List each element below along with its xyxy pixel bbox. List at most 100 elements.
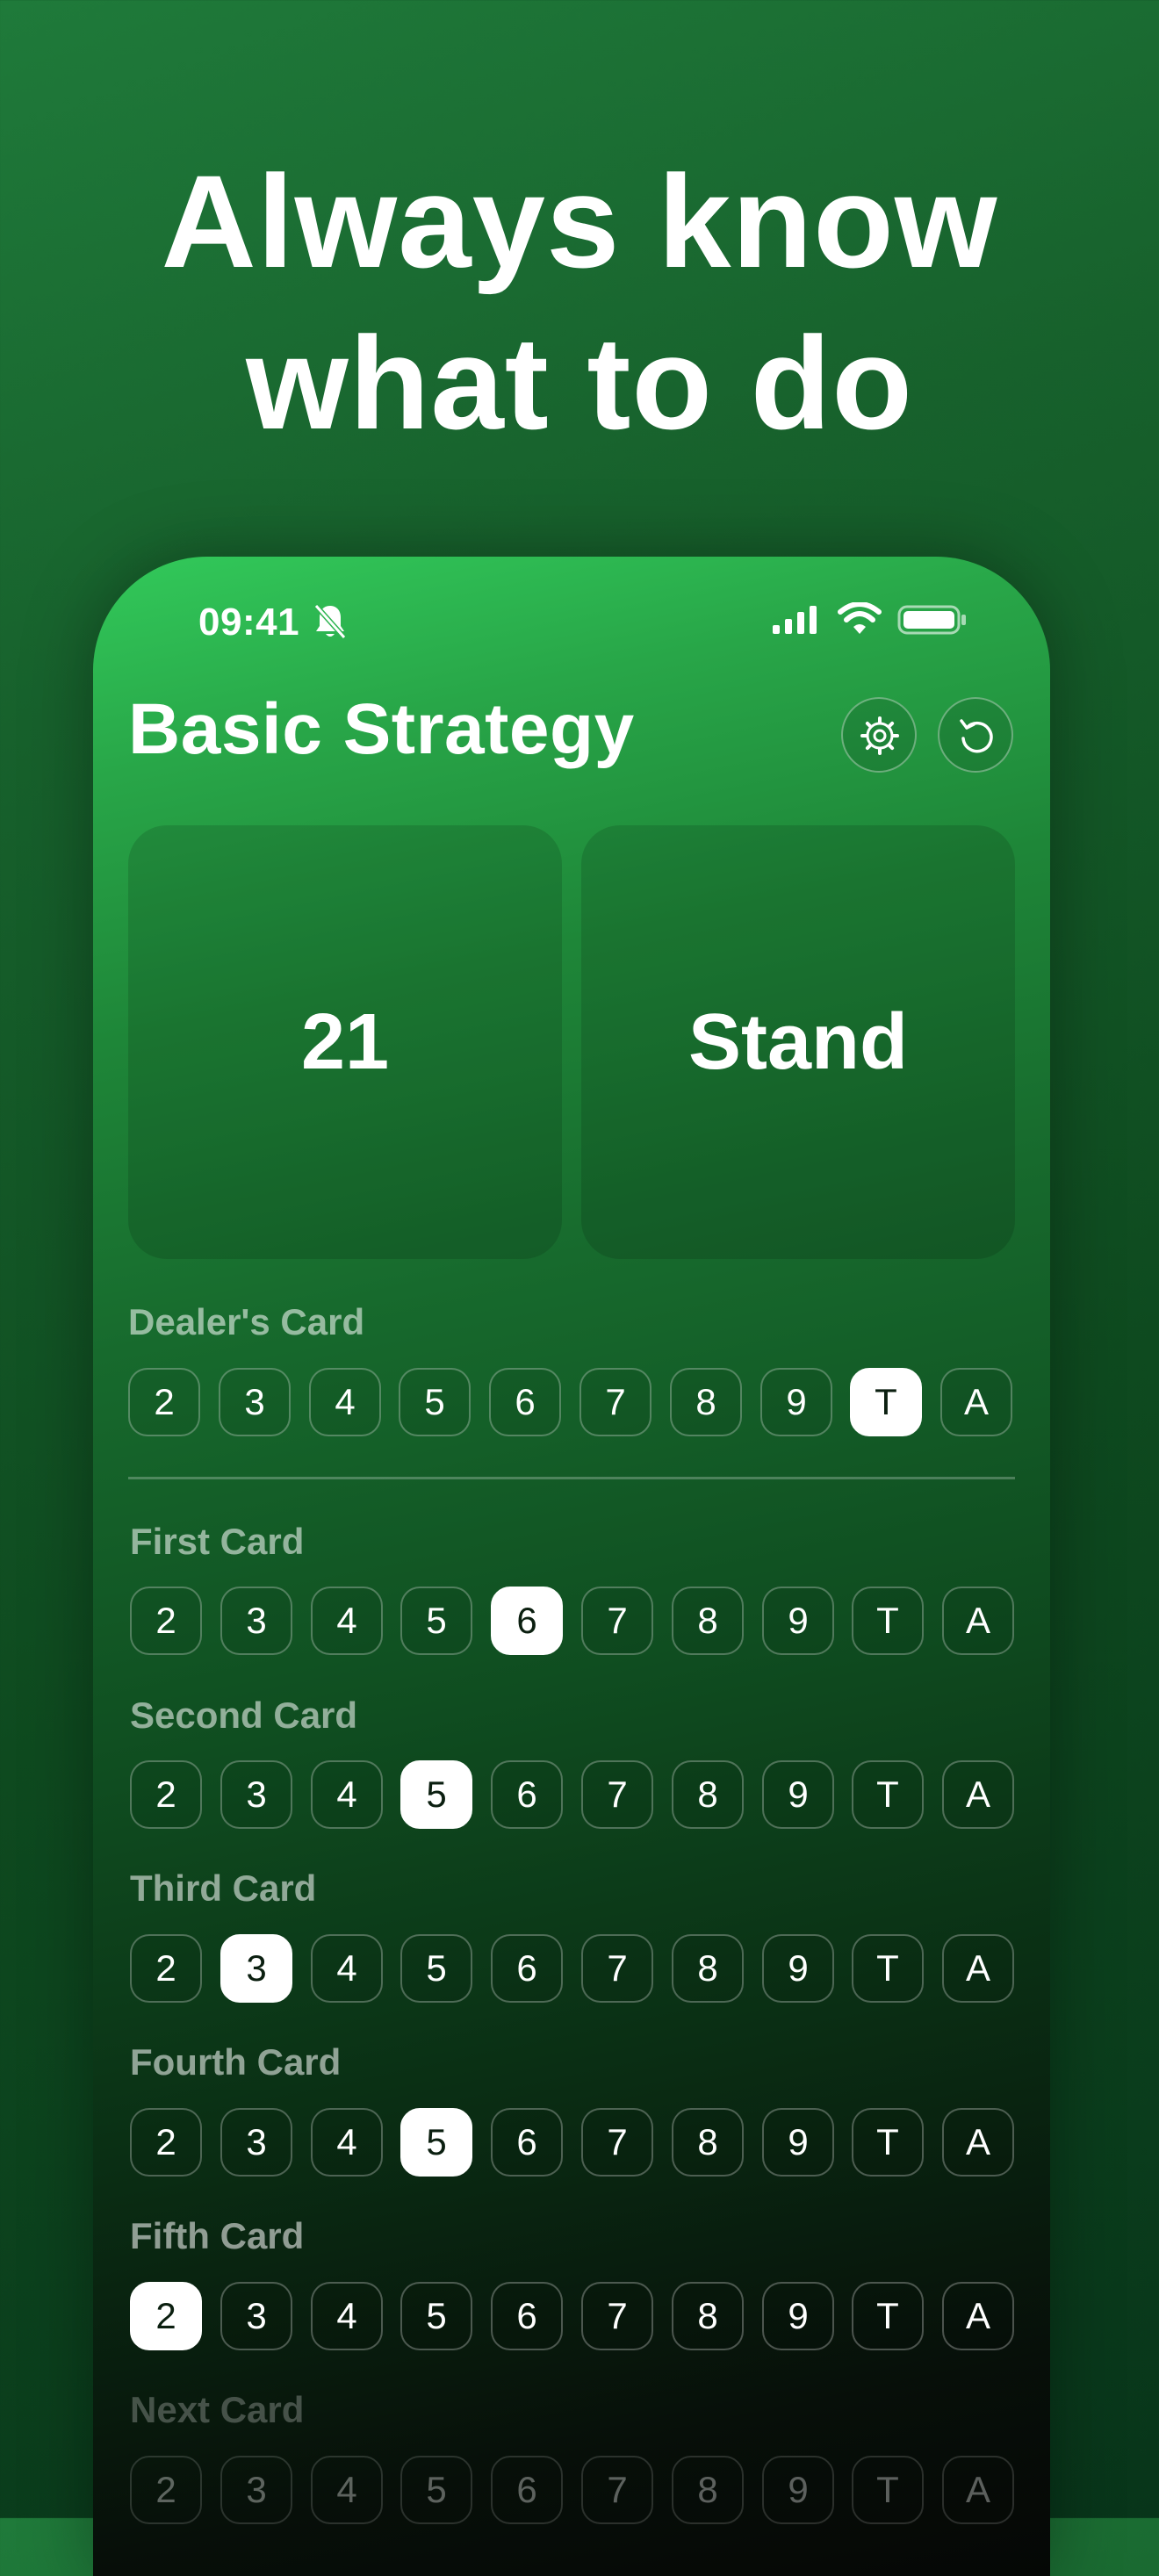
fifth-card-selector: 23456789TA — [130, 2282, 1017, 2352]
fifth-card-option-7[interactable]: 7 — [581, 2282, 653, 2350]
first-card-option-2[interactable]: 2 — [130, 1587, 202, 1655]
next-card-selector: 23456789TA — [130, 2456, 1017, 2526]
hand-total-value: 21 — [300, 997, 390, 1086]
dealer-card-option-t[interactable]: T — [850, 1368, 922, 1436]
first-card-option-8[interactable]: 8 — [672, 1587, 744, 1655]
third-card-option-a[interactable]: A — [942, 1934, 1014, 2003]
first-card-option-t[interactable]: T — [852, 1587, 924, 1655]
fourth-card-option-4[interactable]: 4 — [311, 2108, 383, 2177]
fifth-card-option-5[interactable]: 5 — [400, 2282, 472, 2350]
second-card-option-6[interactable]: 6 — [491, 1760, 563, 1829]
fourth-card-option-8[interactable]: 8 — [672, 2108, 744, 2177]
second-card-option-5[interactable]: 5 — [400, 1760, 472, 1829]
second-card-option-3[interactable]: 3 — [220, 1760, 292, 1829]
second-card-option-a[interactable]: A — [942, 1760, 1014, 1829]
next-card-option-9[interactable]: 9 — [762, 2456, 834, 2524]
dealer-card-label: Dealer's Card — [128, 1301, 365, 1342]
fourth-card-option-5[interactable]: 5 — [400, 2108, 472, 2177]
third-card-label: Third Card — [130, 1867, 317, 1909]
next-card-option-t[interactable]: T — [852, 2456, 924, 2524]
dealer-card-option-4[interactable]: 4 — [309, 1368, 381, 1436]
next-card-option-2[interactable]: 2 — [130, 2456, 202, 2524]
dealer-card-option-a[interactable]: A — [940, 1368, 1012, 1436]
first-card-selector: 23456789TA — [130, 1587, 1017, 1657]
second-card-option-8[interactable]: 8 — [672, 1760, 744, 1829]
second-card-label: Second Card — [130, 1695, 358, 1736]
dealer-card-option-6[interactable]: 6 — [489, 1368, 561, 1436]
first-card-option-4[interactable]: 4 — [311, 1587, 383, 1655]
reset-button[interactable] — [938, 697, 1013, 773]
first-card-option-3[interactable]: 3 — [220, 1587, 292, 1655]
fourth-card-option-3[interactable]: 3 — [220, 2108, 292, 2177]
second-card-option-7[interactable]: 7 — [581, 1760, 653, 1829]
page-title: Basic Strategy — [128, 689, 635, 769]
headline-line-2: what to do — [246, 309, 913, 457]
third-card-option-5[interactable]: 5 — [400, 1934, 472, 2003]
fourth-card-option-a[interactable]: A — [942, 2108, 1014, 2177]
fourth-card-option-t[interactable]: T — [852, 2108, 924, 2177]
reset-icon — [960, 719, 993, 753]
third-card-option-8[interactable]: 8 — [672, 1934, 744, 2003]
dealer-card-option-7[interactable]: 7 — [580, 1368, 651, 1436]
bell-slash-icon — [313, 604, 347, 639]
next-card-option-8[interactable]: 8 — [672, 2456, 744, 2524]
status-bar: 09:41 — [93, 557, 1050, 680]
settings-button[interactable] — [841, 697, 917, 773]
dealer-card-option-5[interactable]: 5 — [399, 1368, 471, 1436]
dealer-card-option-9[interactable]: 9 — [760, 1368, 832, 1436]
fifth-card-option-8[interactable]: 8 — [672, 2282, 744, 2350]
fifth-card-label: Fifth Card — [130, 2215, 305, 2256]
third-card-option-9[interactable]: 9 — [762, 1934, 834, 2003]
wifi-icon — [838, 602, 882, 634]
dealer-card-option-8[interactable]: 8 — [670, 1368, 742, 1436]
fourth-card-option-7[interactable]: 7 — [581, 2108, 653, 2177]
third-card-option-3[interactable]: 3 — [220, 1934, 292, 2003]
fifth-card-option-3[interactable]: 3 — [220, 2282, 292, 2350]
recommended-action-panel: Stand — [581, 825, 1015, 1259]
next-card-option-6[interactable]: 6 — [491, 2456, 563, 2524]
third-card-option-7[interactable]: 7 — [581, 1934, 653, 2003]
section-divider — [128, 1477, 1015, 1479]
fourth-card-option-9[interactable]: 9 — [762, 2108, 834, 2177]
dealer-card-option-2[interactable]: 2 — [128, 1368, 200, 1436]
fifth-card-option-9[interactable]: 9 — [762, 2282, 834, 2350]
fifth-card-option-t[interactable]: T — [852, 2282, 924, 2350]
gear-icon — [860, 716, 899, 755]
fifth-card-option-4[interactable]: 4 — [311, 2282, 383, 2350]
fifth-card-option-6[interactable]: 6 — [491, 2282, 563, 2350]
first-card-option-6[interactable]: 6 — [491, 1587, 563, 1655]
fourth-card-label: Fourth Card — [130, 2041, 342, 2083]
second-card-option-t[interactable]: T — [852, 1760, 924, 1829]
second-card-option-9[interactable]: 9 — [762, 1760, 834, 1829]
third-card-option-2[interactable]: 2 — [130, 1934, 202, 2003]
first-card-option-5[interactable]: 5 — [400, 1587, 472, 1655]
next-card-option-4[interactable]: 4 — [311, 2456, 383, 2524]
fourth-card-option-6[interactable]: 6 — [491, 2108, 563, 2177]
dealer-card-option-3[interactable]: 3 — [219, 1368, 291, 1436]
third-card-selector: 23456789TA — [130, 1934, 1017, 2004]
fifth-card-option-2[interactable]: 2 — [130, 2282, 202, 2350]
recommended-action-value: Stand — [687, 997, 908, 1086]
third-card-option-6[interactable]: 6 — [491, 1934, 563, 2003]
first-card-option-a[interactable]: A — [942, 1587, 1014, 1655]
third-card-option-4[interactable]: 4 — [311, 1934, 383, 2003]
headline-line-1: Always know — [161, 148, 998, 295]
next-card-option-5[interactable]: 5 — [400, 2456, 472, 2524]
status-time: 09:41 — [198, 601, 300, 644]
fourth-card-option-2[interactable]: 2 — [130, 2108, 202, 2177]
headline: Always know what to do — [0, 140, 1159, 464]
second-card-option-4[interactable]: 4 — [311, 1760, 383, 1829]
next-card-option-a[interactable]: A — [942, 2456, 1014, 2524]
first-card-option-7[interactable]: 7 — [581, 1587, 653, 1655]
dealer-card-selector: 23456789TA — [128, 1368, 1015, 1438]
phone-screen: 09:41 Basic Strategy 21 Stand Dealer's C… — [93, 557, 1050, 2576]
first-card-option-9[interactable]: 9 — [762, 1587, 834, 1655]
second-card-selector: 23456789TA — [130, 1760, 1017, 1831]
next-card-option-7[interactable]: 7 — [581, 2456, 653, 2524]
third-card-option-t[interactable]: T — [852, 1934, 924, 2003]
fifth-card-option-a[interactable]: A — [942, 2282, 1014, 2350]
first-card-label: First Card — [130, 1521, 305, 1562]
second-card-option-2[interactable]: 2 — [130, 1760, 202, 1829]
next-card-option-3[interactable]: 3 — [220, 2456, 292, 2524]
battery-icon — [897, 605, 966, 635]
